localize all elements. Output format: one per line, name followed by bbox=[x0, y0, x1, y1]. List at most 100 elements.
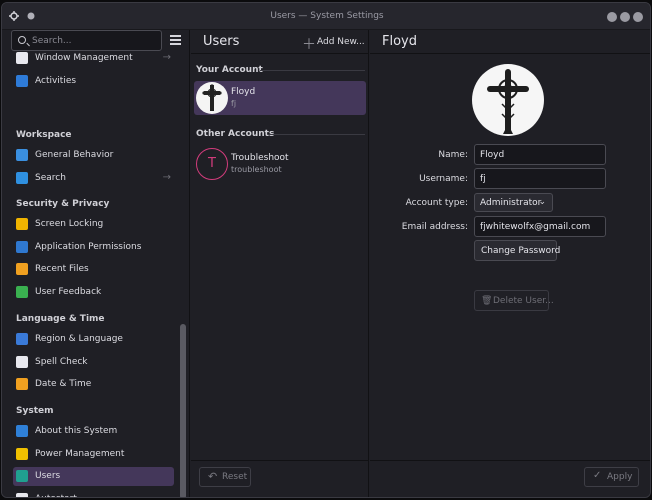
delete-user-button[interactable]: 🗑 Delete User... bbox=[474, 290, 554, 311]
sidebar-item-label: Date & Time bbox=[35, 379, 92, 389]
sidebar-item-about-this-system[interactable]: About this System bbox=[13, 422, 174, 441]
trash-icon: 🗑 bbox=[481, 296, 493, 306]
other-accounts-heading: Other Accounts bbox=[196, 129, 366, 139]
sidebar-item-region-language[interactable]: Region & Language bbox=[13, 330, 174, 349]
users-header: Users ＋ Add New... bbox=[191, 30, 368, 54]
autostart-icon bbox=[16, 493, 28, 497]
cross-avatar-large-icon[interactable] bbox=[472, 64, 544, 136]
account-type-label: Account type: bbox=[405, 198, 468, 208]
sidebar-item-label: Users bbox=[35, 471, 61, 481]
sidebar-scrollbar[interactable] bbox=[179, 52, 187, 497]
sidebar-item-window-management[interactable]: Window Management → bbox=[13, 51, 174, 68]
sidebar-item-user-feedback[interactable]: User Feedback bbox=[13, 283, 174, 302]
sidebar-item-application-permissions[interactable]: Application Permissions bbox=[13, 238, 174, 257]
sidebar-item-general-behavior[interactable]: General Behavior bbox=[13, 146, 174, 165]
sidebar-item-label: Autostart bbox=[35, 494, 77, 497]
account-type-select[interactable]: Administrator ⌄ bbox=[474, 193, 553, 212]
sidebar-item-label: User Feedback bbox=[35, 287, 102, 297]
search-icon bbox=[16, 172, 28, 184]
sidebar-item-power-management[interactable]: Power Management bbox=[13, 445, 174, 464]
username-label: Username: bbox=[419, 174, 468, 184]
undo-icon: ↶ bbox=[208, 470, 218, 483]
sidebar-section-heading: Workspace bbox=[16, 130, 72, 140]
cross-avatar-icon bbox=[196, 82, 228, 114]
sidebar-item-date-time[interactable]: Date & Time bbox=[13, 375, 174, 394]
sidebar-item-activities[interactable]: Activities bbox=[13, 72, 174, 91]
divider bbox=[191, 460, 368, 461]
close-button[interactable] bbox=[633, 12, 643, 22]
user-row-floyd[interactable]: Floyd fj bbox=[194, 81, 366, 115]
arrow-right-icon: → bbox=[162, 52, 171, 63]
divider bbox=[370, 460, 650, 461]
search-glass-icon bbox=[18, 36, 26, 44]
sidebar-item-label: Region & Language bbox=[35, 334, 123, 344]
permissions-icon bbox=[16, 241, 28, 253]
sidebar-section-heading: Language & Time bbox=[16, 314, 105, 324]
chevron-down-icon: ⌄ bbox=[538, 197, 546, 207]
sidebar-item-label: Application Permissions bbox=[35, 242, 142, 252]
arrow-right-icon: → bbox=[162, 172, 171, 183]
search-input[interactable]: Search... bbox=[11, 30, 162, 51]
letter-avatar: T bbox=[196, 148, 228, 180]
settings-window: Users — System Settings Search... Window… bbox=[1, 2, 651, 498]
sidebar-item-label: About this System bbox=[35, 426, 118, 436]
sidebar-item-recent-files[interactable]: Recent Files bbox=[13, 260, 174, 279]
sidebar-item-screen-locking[interactable]: Screen Locking bbox=[13, 215, 174, 234]
users-title: Users bbox=[203, 34, 240, 49]
users-icon bbox=[16, 470, 28, 482]
power-icon bbox=[16, 448, 28, 460]
recent-files-icon bbox=[16, 263, 28, 275]
your-account-heading: Your Account bbox=[196, 65, 365, 75]
info-icon bbox=[16, 425, 28, 437]
sidebar-item-label: Search bbox=[35, 173, 66, 183]
apply-button[interactable]: ✓ Apply bbox=[584, 467, 639, 487]
sidebar-item-label: Window Management bbox=[35, 53, 133, 63]
account-name: Troubleshoot bbox=[231, 153, 289, 163]
account-username: fj bbox=[231, 99, 237, 108]
maximize-button[interactable] bbox=[620, 12, 630, 22]
detail-header: Floyd bbox=[370, 30, 650, 54]
sidebar-section-heading: Security & Privacy bbox=[16, 199, 110, 209]
user-detail-panel: Floyd Name: Floyd Username: fj Account t… bbox=[370, 30, 650, 497]
sidebar-item-label: General Behavior bbox=[35, 150, 114, 160]
minimize-button[interactable] bbox=[607, 12, 617, 22]
reset-button[interactable]: ↶ Reset bbox=[199, 467, 251, 487]
change-password-button[interactable]: Change Password bbox=[474, 240, 560, 261]
sidebar: Search... Window Management → Activities Wo… bbox=[2, 30, 190, 497]
sidebar-section-heading: System bbox=[16, 406, 54, 416]
general-behavior-icon bbox=[16, 149, 28, 161]
account-name: Floyd bbox=[231, 87, 256, 97]
clock-icon bbox=[16, 378, 28, 390]
activities-icon bbox=[16, 75, 28, 87]
region-language-icon bbox=[16, 333, 28, 345]
sidebar-item-label: Activities bbox=[35, 76, 77, 86]
scrollbar-thumb[interactable] bbox=[180, 324, 186, 497]
hamburger-menu-icon[interactable] bbox=[170, 35, 181, 45]
name-field[interactable]: Floyd bbox=[474, 144, 606, 165]
sidebar-item-label: Power Management bbox=[35, 449, 125, 459]
sidebar-item-search[interactable]: Search → bbox=[13, 169, 174, 188]
spell-check-icon bbox=[16, 356, 28, 368]
email-label: Email address: bbox=[401, 222, 468, 232]
account-username: troubleshoot bbox=[231, 165, 282, 174]
sidebar-item-label: Screen Locking bbox=[35, 219, 104, 229]
username-field[interactable]: fj bbox=[474, 168, 606, 189]
sidebar-item-autostart[interactable]: Autostart bbox=[13, 490, 174, 497]
email-field[interactable]: fjwhitewolfx@gmail.com bbox=[474, 216, 606, 237]
window-management-icon bbox=[16, 52, 28, 64]
checkmark-icon: ✓ bbox=[593, 470, 602, 481]
sidebar-list: Window Management → Activities Workspace Gen… bbox=[2, 51, 180, 497]
title-bar: Users — System Settings bbox=[2, 3, 650, 30]
lock-icon bbox=[16, 218, 28, 230]
user-row-troubleshoot[interactable]: T Troubleshoot troubleshoot bbox=[194, 147, 366, 181]
plus-icon: ＋ bbox=[302, 37, 316, 53]
name-label: Name: bbox=[438, 150, 468, 160]
sidebar-item-label: Recent Files bbox=[35, 264, 89, 274]
sidebar-item-label: Spell Check bbox=[35, 357, 88, 367]
users-panel: Users ＋ Add New... Your Account Floyd fj bbox=[191, 30, 369, 497]
detail-title: Floyd bbox=[382, 34, 417, 49]
sidebar-item-spell-check[interactable]: Spell Check bbox=[13, 353, 174, 372]
window-title: Users — System Settings bbox=[270, 11, 384, 21]
sidebar-item-users[interactable]: Users bbox=[13, 467, 174, 486]
user-feedback-icon bbox=[16, 286, 28, 298]
